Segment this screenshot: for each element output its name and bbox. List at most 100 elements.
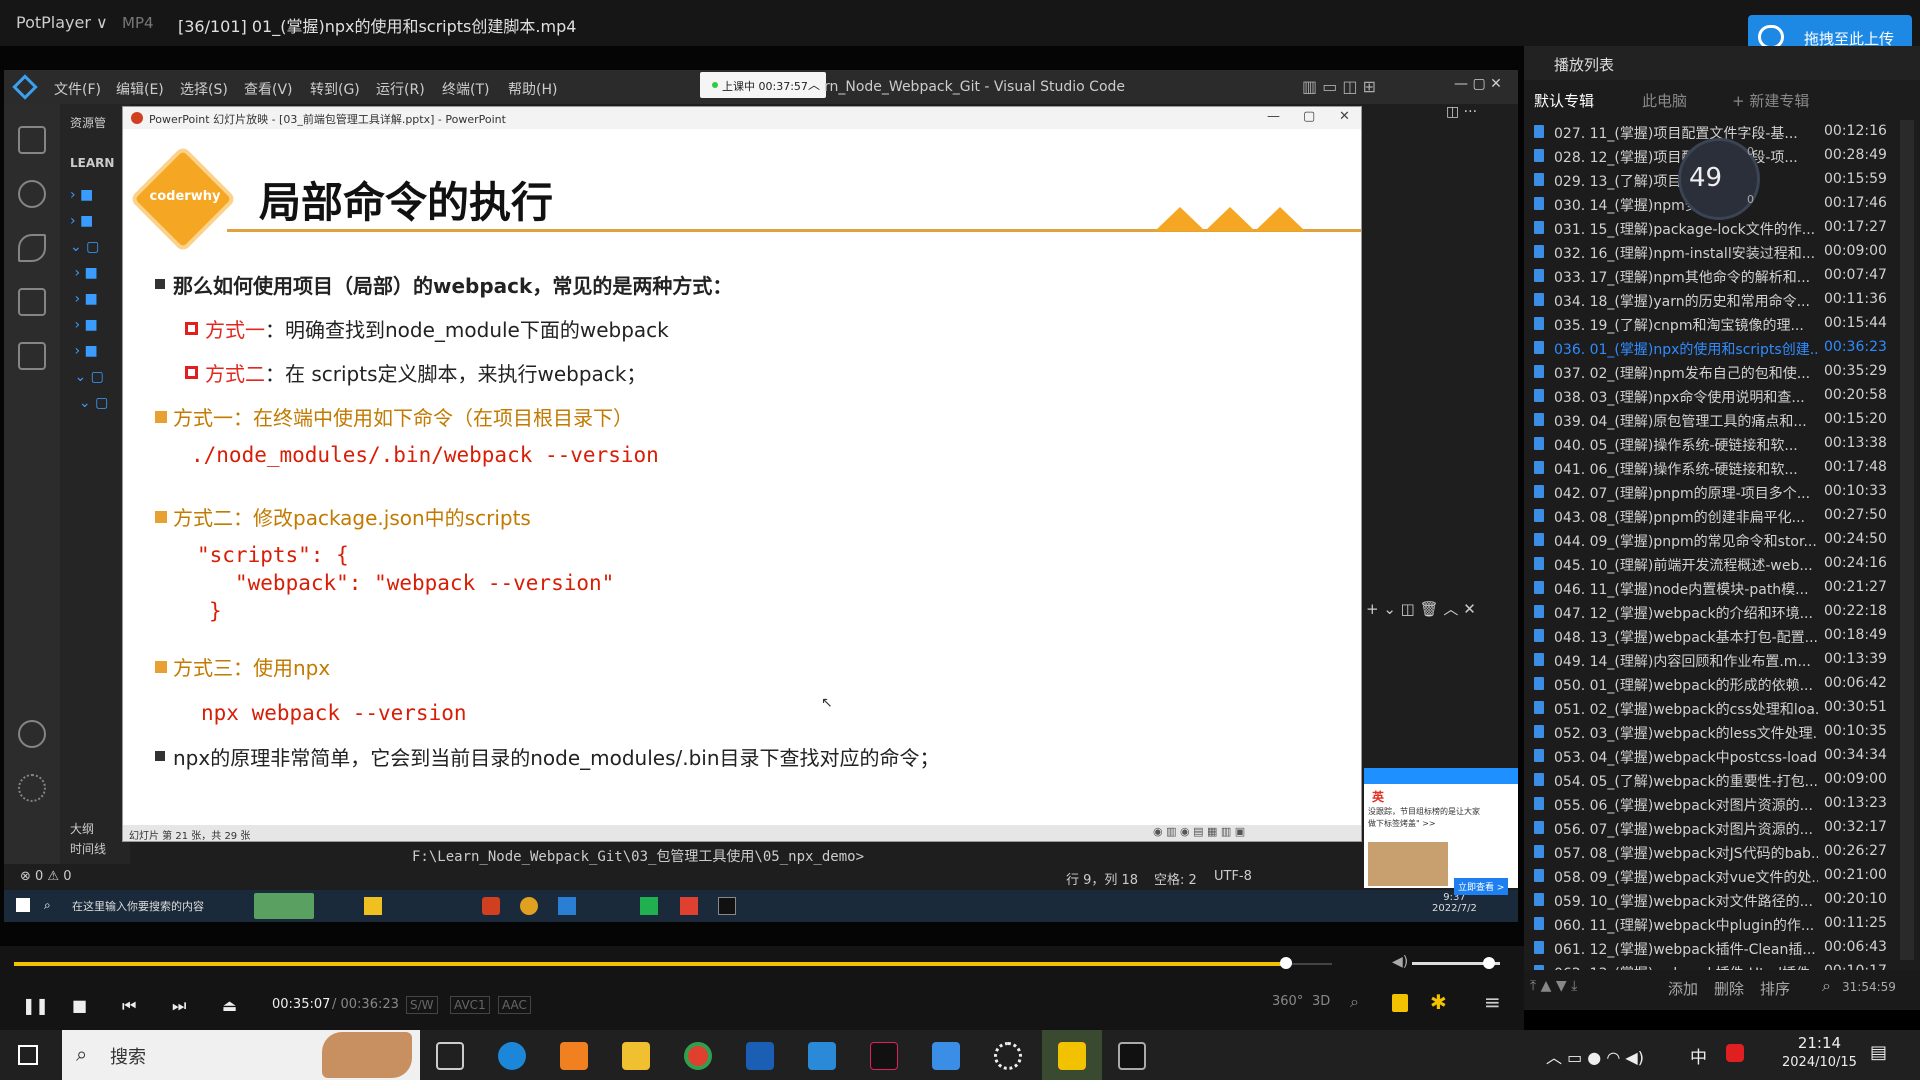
menu-run[interactable]: 运行(R) (376, 79, 425, 99)
file-explorer-icon[interactable] (622, 1042, 650, 1070)
timeline-section[interactable]: 时间线 (70, 840, 106, 857)
slide-canvas[interactable]: coderwhy 局部命令的执行 那么如何使用项目（局部）的webpack，常见… (123, 129, 1361, 825)
playlist-item[interactable]: 053. 04_(掌握)webpack中postcss-load... 00:34… (1530, 744, 1900, 768)
playlist-item[interactable]: 060. 11_(理解)webpack中plugin的作... 00:11:25 (1530, 912, 1900, 936)
menu-file[interactable]: 文件(F) (54, 79, 101, 99)
menu-goto[interactable]: 转到(G) (310, 79, 360, 99)
playlist-item[interactable]: 049. 14_(理解)内容回顾和作业布置.m... 00:13:39 (1530, 648, 1900, 672)
menu-terminal[interactable]: 终端(T) (442, 79, 489, 99)
windows-start-icon[interactable] (16, 898, 30, 912)
terminal-actions[interactable]: + ⌄ ◫ 🗑 ︿ ✕ (1366, 598, 1476, 619)
playlist-item[interactable]: 032. 16_(理解)npm-install安装过程和... 00:09:00 (1530, 240, 1900, 264)
app-red-icon[interactable] (680, 897, 698, 915)
tag-codec[interactable]: AVC1 (450, 996, 490, 1014)
settings-gear-icon[interactable]: ✱ (1430, 990, 1447, 1014)
search-icon[interactable]: ⌕ (1822, 976, 1831, 996)
volume-thumb[interactable] (1483, 957, 1495, 969)
playlist-item[interactable]: 036. 01_(掌握)npx的使用和scripts创建... 00:36:23 (1530, 336, 1900, 360)
move-buttons[interactable]: ⤒ ▲ ▼ ⤓ (1530, 978, 1577, 994)
delete-button[interactable]: 删除 (1714, 978, 1744, 999)
maximize-icon[interactable]: ▢ (1303, 109, 1315, 124)
app-menu-button[interactable]: PotPlayer ∨ (16, 13, 108, 32)
seek-progress[interactable] (14, 962, 1286, 966)
playlist-item[interactable]: 055. 06_(掌握)webpack对图片资源的... 00:13:23 (1530, 792, 1900, 816)
outline-section[interactable]: 大纲 (70, 820, 94, 837)
editor-actions-icon[interactable]: ◫ ··· (1446, 104, 1477, 120)
playlist-item[interactable]: 039. 04_(理解)原包管理工具的痛点和... 00:15:20 (1530, 408, 1900, 432)
webstorm-icon[interactable] (746, 1042, 774, 1070)
chevron-up-icon[interactable]: ︿ (808, 76, 820, 93)
playlist-item[interactable]: 056. 07_(掌握)webpack对图片资源的... 00:32:17 (1530, 816, 1900, 840)
edge-icon[interactable] (498, 1042, 526, 1070)
sublime-icon[interactable] (560, 1042, 588, 1070)
powerpoint-icon[interactable] (482, 897, 500, 915)
settings-gear-icon[interactable] (994, 1042, 1022, 1070)
search-icon[interactable] (18, 180, 46, 208)
playlist-item[interactable]: 044. 09_(掌握)pnpm的常见命令和stor... 00:24:50 (1530, 528, 1900, 552)
eject-icon[interactable]: ⏏ (222, 996, 237, 1015)
playlist-item[interactable]: 048. 13_(掌握)webpack基本打包-配置... 00:18:49 (1530, 624, 1900, 648)
feishu-icon[interactable] (932, 1042, 960, 1070)
sort-button[interactable]: 排序 (1760, 978, 1790, 999)
cursor-position[interactable]: 行 9，列 18 (1066, 869, 1138, 888)
chrome-icon[interactable] (520, 897, 538, 915)
tiktok-icon[interactable] (870, 1042, 898, 1070)
tab-default-album[interactable]: 默认专辑 (1534, 90, 1594, 111)
playlist-item[interactable]: 045. 10_(理解)前端开发流程概述-web... 00:24:16 (1530, 552, 1900, 576)
terminal-prompt[interactable]: F:\Learn_Node_Webpack_Git\03_包管理工具使用\05_… (412, 846, 864, 866)
menu-view[interactable]: 查看(V) (244, 79, 293, 99)
pycharm-icon[interactable] (640, 897, 658, 915)
terminal-icon[interactable] (718, 897, 736, 915)
file-explorer-icon[interactable] (364, 897, 382, 915)
gear-icon[interactable] (18, 774, 46, 802)
account-icon[interactable] (18, 720, 46, 748)
sogou-icon[interactable] (1726, 1044, 1744, 1062)
playlist-item[interactable]: 047. 12_(掌握)webpack的介绍和环境... 00:22:18 (1530, 600, 1900, 624)
playlist-item[interactable]: 058. 09_(掌握)webpack对vue文件的处... 00:21:00 (1530, 864, 1900, 888)
menu-help[interactable]: 帮助(H) (508, 79, 557, 99)
ad-cta-button[interactable]: 立即查看 > (1454, 878, 1509, 895)
next-icon[interactable]: ⏭ (172, 996, 186, 1016)
3d-button[interactable]: 3D (1312, 994, 1330, 1009)
inner-search-text[interactable]: 在这里输入你要搜索的内容 (72, 898, 204, 914)
vr-360-button[interactable]: 360° (1272, 994, 1303, 1009)
window-controls[interactable]: — ▢ ✕ (1454, 76, 1502, 92)
project-root[interactable]: LEARN (70, 156, 114, 170)
inner-search-icon[interactable]: ⌕ (44, 898, 51, 913)
indent-spaces[interactable]: 空格: 2 (1154, 869, 1197, 888)
file-encoding[interactable]: UTF-8 (1214, 869, 1252, 884)
playlist-item[interactable]: 054. 05_(了解)webpack的重要性-打包... 00:09:00 (1530, 768, 1900, 792)
playlist-item[interactable]: 051. 02_(掌握)webpack的css处理和loa... 00:30:51 (1530, 696, 1900, 720)
ime-indicator[interactable]: 中 (1690, 1043, 1707, 1068)
playlist-item[interactable]: 057. 08_(掌握)webpack对JS代码的bab... 00:26:27 (1530, 840, 1900, 864)
source-control-icon[interactable] (18, 234, 46, 262)
layout-toggle-icon[interactable]: ▥ ▭ ◫ ⊞ (1302, 77, 1376, 96)
terminal-icon[interactable] (1118, 1042, 1146, 1070)
playlist-item[interactable]: 052. 03_(掌握)webpack的less文件处理... 00:10:35 (1530, 720, 1900, 744)
menu-edit[interactable]: 编辑(E) (116, 79, 164, 99)
playlist-scrollbar[interactable] (1900, 120, 1914, 960)
previous-icon[interactable]: ⏮ (122, 996, 136, 1016)
explorer-icon[interactable] (18, 126, 46, 154)
playlist-item[interactable]: 046. 11_(掌握)node内置模块-path模... 00:21:27 (1530, 576, 1900, 600)
zoom-icon[interactable]: ⌕ (1350, 992, 1359, 1012)
minimize-icon[interactable]: — (1267, 109, 1280, 124)
playlist-item[interactable]: 050. 01_(理解)webpack的形成的依赖... 00:06:42 (1530, 672, 1900, 696)
clock[interactable]: 21:14 2024/10/15 (1782, 1034, 1857, 1070)
extensions-icon[interactable] (18, 342, 46, 370)
problems-count[interactable]: ⊗ 0 ⚠ 0 (20, 869, 72, 884)
run-debug-icon[interactable] (18, 288, 46, 316)
playlist-item[interactable]: 034. 18_(掌握)yarn的历史和常用命令... 00:11:36 (1530, 288, 1900, 312)
add-button[interactable]: 添加 (1668, 978, 1698, 999)
stop-icon[interactable]: ■ (72, 996, 87, 1015)
playlist-item[interactable]: 059. 10_(掌握)webpack对文件路径的... 00:20:10 (1530, 888, 1900, 912)
menu-icon[interactable]: ≡ (1484, 990, 1501, 1014)
taskbar-search-box[interactable]: ⌕ 搜索 (62, 1030, 420, 1080)
playlist-item[interactable]: 033. 17_(理解)npm其他命令的解析和... 00:07:47 (1530, 264, 1900, 288)
close-icon[interactable]: ✕ (1339, 109, 1350, 124)
notification-icon[interactable]: ▤ (1870, 1042, 1887, 1063)
tag-sw[interactable]: S/W (406, 996, 438, 1014)
windows-start-icon[interactable] (18, 1045, 38, 1065)
playlist-item[interactable]: 061. 12_(掌握)webpack插件-Clean插... 00:06:43 (1530, 936, 1900, 960)
task-view-icon[interactable] (436, 1042, 464, 1070)
